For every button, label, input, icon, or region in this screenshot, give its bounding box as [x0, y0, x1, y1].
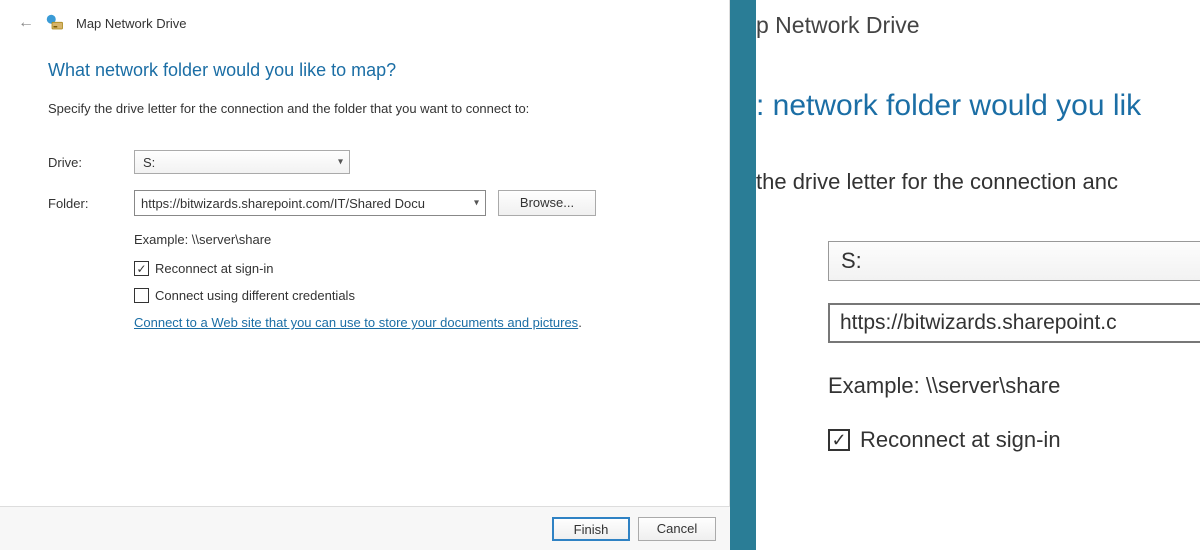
drive-select-value: S: [143, 155, 155, 170]
finish-button[interactable]: Finish [552, 517, 630, 541]
zoom-reconnect-checkbox[interactable]: ✓ [828, 429, 850, 451]
folder-combobox-value: https://bitwizards.sharepoint.com/IT/Sha… [141, 196, 461, 211]
connect-website-link[interactable]: Connect to a Web site that you can use t… [134, 315, 578, 330]
example-text: Example: \\server\share [134, 232, 689, 247]
drive-select[interactable]: S: ▾ [134, 150, 350, 174]
dialog-content: What network folder would you like to ma… [0, 42, 729, 330]
chevron-down-icon: ▾ [474, 198, 479, 209]
wizard-title: Map Network Drive [76, 16, 187, 31]
zoom-drive-value: S: [841, 248, 862, 274]
page-instruction: Specify the drive letter for the connect… [48, 101, 689, 116]
dialog-titlebar: ← Map Network Drive [0, 0, 729, 42]
cancel-button[interactable]: Cancel [638, 517, 716, 541]
chevron-down-icon: ▾ [338, 157, 343, 168]
zoom-drive-select[interactable]: S: [828, 241, 1200, 281]
zoom-wizard-title: p Network Drive [756, 12, 1200, 39]
drive-row: Drive: S: ▾ [48, 150, 689, 174]
diffcreds-label: Connect using different credentials [155, 288, 355, 303]
zoom-example-text: Example: \\server\share [828, 373, 1200, 399]
browse-button[interactable]: Browse... [498, 190, 596, 216]
network-drive-icon [46, 14, 64, 32]
zoom-headline: : network folder would you lik [756, 89, 1200, 123]
zoom-reconnect-row[interactable]: ✓ Reconnect at sign-in [828, 427, 1200, 453]
diffcreds-checkbox-row[interactable]: Connect using different credentials [134, 288, 689, 303]
folder-label: Folder: [48, 196, 134, 211]
folder-row: Folder: https://bitwizards.sharepoint.co… [48, 190, 689, 216]
reconnect-label: Reconnect at sign-in [155, 261, 274, 276]
reconnect-checkbox-row[interactable]: ✓ Reconnect at sign-in [134, 261, 689, 276]
drive-label: Drive: [48, 155, 134, 170]
zoom-folder-value: https://bitwizards.sharepoint.c [840, 311, 1117, 335]
dialog-footer: Finish Cancel [0, 506, 730, 550]
reconnect-checkbox[interactable]: ✓ [134, 261, 149, 276]
folder-combobox[interactable]: https://bitwizards.sharepoint.com/IT/Sha… [134, 190, 486, 216]
diffcreds-checkbox[interactable] [134, 288, 149, 303]
zoom-instruction: the drive letter for the connection anc [756, 169, 1200, 195]
website-link-row: Connect to a Web site that you can use t… [134, 315, 689, 330]
vertical-divider [730, 0, 756, 550]
back-icon[interactable]: ← [18, 14, 34, 32]
map-network-drive-dialog: ← Map Network Drive What network folder … [0, 0, 730, 550]
zoom-reconnect-label: Reconnect at sign-in [860, 427, 1061, 453]
folder-options-block: Example: \\server\share ✓ Reconnect at s… [134, 232, 689, 330]
zoomed-preview: p Network Drive : network folder would y… [756, 0, 1200, 550]
zoom-folder-combobox[interactable]: https://bitwizards.sharepoint.c [828, 303, 1200, 343]
page-headline: What network folder would you like to ma… [48, 60, 689, 81]
